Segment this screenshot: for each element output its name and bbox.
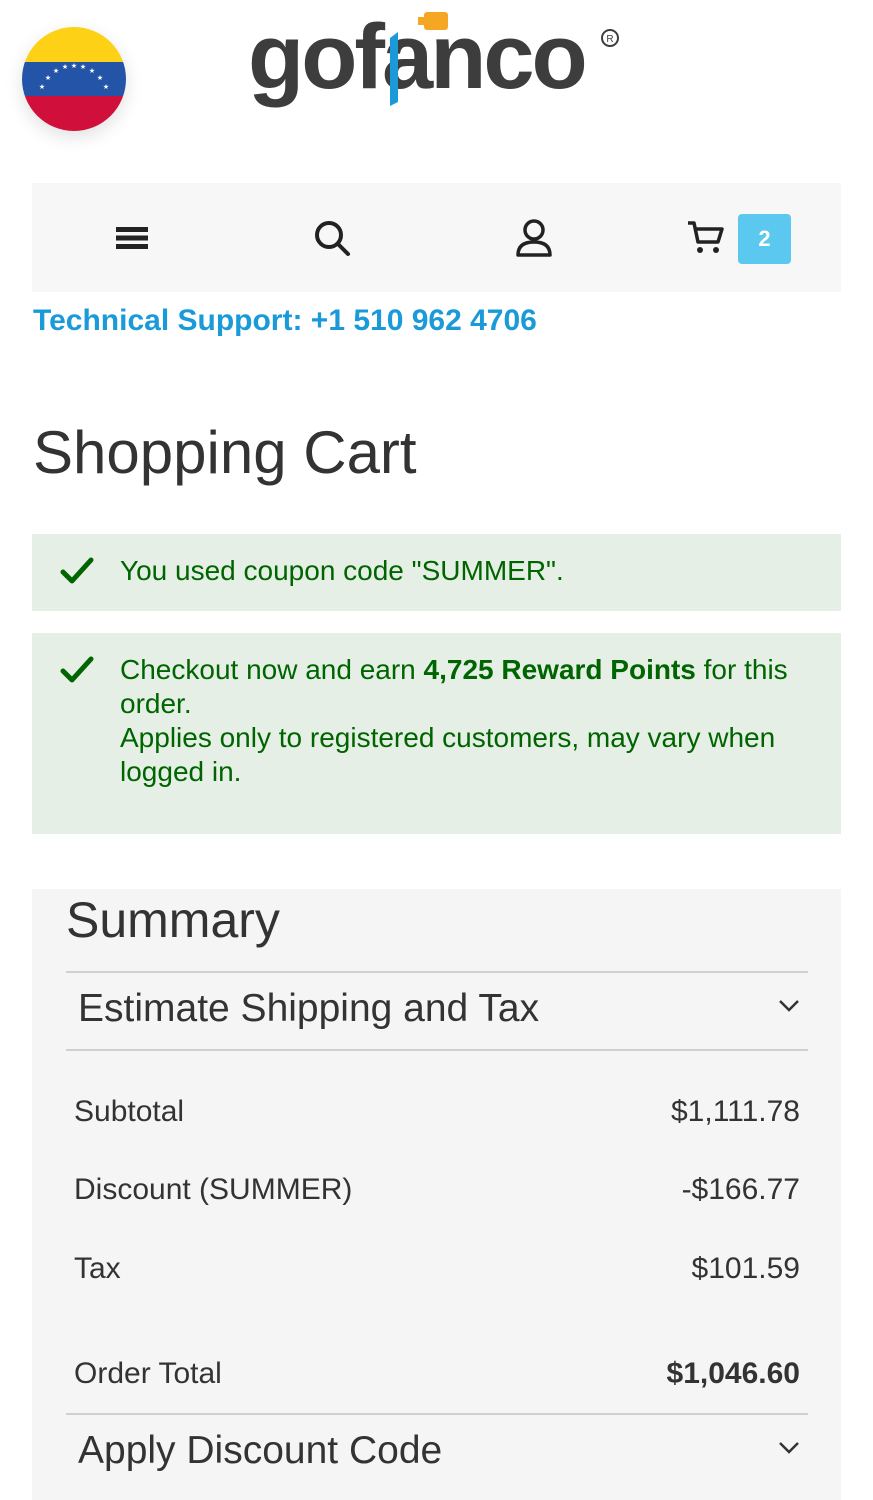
order-total-row: Order Total $1,046.60 — [74, 1357, 800, 1391]
discount-label: Discount (SUMMER) — [74, 1173, 353, 1206]
apply-discount-label: Apply Discount Code — [78, 1429, 443, 1472]
svg-text:★: ★ — [53, 67, 59, 75]
search-icon — [315, 220, 350, 256]
order-total-label: Order Total — [74, 1357, 222, 1390]
reward-message-text: Checkout now and earn 4,725 Reward Point… — [120, 653, 801, 789]
chevron-down-icon — [779, 1000, 799, 1012]
svg-text:★: ★ — [97, 74, 103, 82]
checkmark-icon — [60, 656, 94, 683]
order-summary-panel: Summary Estimate Shipping and Tax Subtot… — [32, 889, 841, 1500]
cart-count-badge[interactable]: 2 — [738, 214, 791, 264]
reward-prefix: Checkout now and earn — [120, 654, 424, 685]
subtotal-label: Subtotal — [74, 1095, 185, 1128]
discount-row: Discount (SUMMER) -$166.77 — [74, 1173, 800, 1207]
reward-note: Applies only to registered customers, ma… — [120, 722, 776, 787]
svg-text:★: ★ — [80, 63, 86, 71]
subtotal-row: Subtotal $1,111.78 — [74, 1095, 800, 1129]
tax-label: Tax — [74, 1252, 121, 1285]
estimate-shipping-toggle[interactable]: Estimate Shipping and Tax — [66, 973, 808, 1051]
svg-text:★: ★ — [103, 83, 109, 91]
menu-icon — [116, 226, 148, 249]
estimate-shipping-label: Estimate Shipping and Tax — [78, 987, 540, 1030]
venezuela-flag-icon: ★★★ ★ ★ ★ ★★★ — [22, 27, 126, 131]
reward-points: 4,725 Reward Points — [423, 654, 696, 685]
chevron-down-icon — [779, 1442, 799, 1454]
tax-value: $101.59 — [691, 1252, 800, 1285]
apply-discount-toggle[interactable]: Apply Discount Code — [66, 1415, 808, 1493]
page-title: Shopping Cart — [33, 419, 417, 486]
reward-points-message: Checkout now and earn 4,725 Reward Point… — [32, 633, 841, 834]
top-nav-bar — [32, 183, 841, 292]
cart-button[interactable] — [666, 183, 746, 292]
svg-text:★: ★ — [62, 63, 68, 71]
brand-logo[interactable]: gofanco R — [248, 6, 628, 110]
coupon-success-message: You used coupon code "SUMMER". — [32, 534, 841, 611]
checkmark-icon — [60, 557, 94, 584]
summary-title: Summary — [66, 892, 280, 948]
cart-icon — [688, 220, 724, 253]
svg-text:★: ★ — [45, 74, 51, 82]
svg-text:★: ★ — [71, 62, 77, 70]
user-icon — [516, 218, 552, 257]
divider — [66, 1049, 808, 1051]
discount-value: -$166.77 — [681, 1173, 800, 1206]
technical-support-link[interactable]: Technical Support: +1 510 962 4706 — [33, 304, 537, 338]
subtotal-value: $1,111.78 — [670, 1095, 800, 1128]
menu-button[interactable] — [92, 183, 172, 292]
store-switcher-flag[interactable]: ★ ★ ★ ★ ★ ★ ★ ★ ★ — [22, 27, 126, 131]
account-button[interactable] — [494, 183, 574, 292]
tax-row: Tax $101.59 — [74, 1252, 800, 1286]
svg-text:★: ★ — [89, 67, 95, 75]
svg-text:R: R — [606, 34, 613, 45]
coupon-message-text: You used coupon code "SUMMER". — [120, 555, 564, 586]
logo-text: gofanco — [248, 10, 585, 108]
svg-text:★: ★ — [39, 83, 45, 91]
search-button[interactable] — [292, 183, 372, 292]
order-total-value: $1,046.60 — [666, 1357, 800, 1390]
